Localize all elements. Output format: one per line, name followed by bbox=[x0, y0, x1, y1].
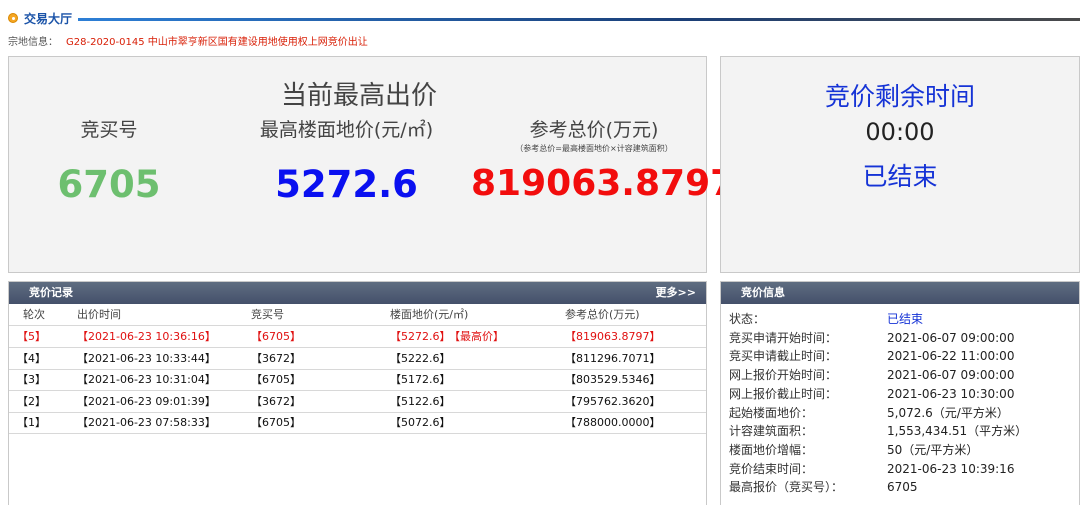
cell-bid-number: 【6705】 bbox=[251, 330, 301, 343]
info-item-label: 最高报价（竞买号）： bbox=[729, 480, 844, 495]
total-price-note: （参考总价=最高楼面地价×计容建筑面积） bbox=[515, 144, 673, 153]
cell-time: 【2021-06-23 09:01:39】 bbox=[77, 394, 216, 408]
cell-total-price: 【819063.8797】 bbox=[565, 330, 661, 343]
info-item-value: 2021-06-07 09:00:00 bbox=[887, 368, 1015, 383]
cell-total-price: 【811296.7071】 bbox=[565, 351, 661, 365]
info-item-label: 竞买申请截止时间： bbox=[729, 349, 838, 364]
info-item-value: 1,553,434.51（平方米） bbox=[887, 424, 1028, 439]
bid-number-value: 6705 bbox=[57, 163, 161, 206]
table-row: 【4】 【2021-06-23 10:33:44】 【3672】 【5222.6】 【8… bbox=[9, 348, 706, 370]
bid-records-panel: 竞价记录 更多>> 轮次 出价时间 竞买号 楼面地价(元/㎡) 参考总价(万元)… bbox=[8, 281, 707, 505]
auction-info-panel: 竞价信息 状态： 已结束竞买申请开始时间： 2021-06-07 09:00:00 竞… bbox=[720, 281, 1080, 505]
column-header-bid-number: 竞买号 bbox=[251, 308, 284, 321]
cell-floor-price: 【5272.6】 【最高价】 bbox=[390, 326, 504, 347]
cell-bid-number: 【6705】 bbox=[251, 416, 301, 429]
cell-round: 【3】 bbox=[17, 373, 46, 386]
cell-round: 【2】 bbox=[17, 394, 46, 408]
header-divider bbox=[78, 18, 1080, 21]
cell-round: 【1】 bbox=[17, 416, 46, 429]
more-records-link[interactable]: 更多>> bbox=[656, 282, 696, 304]
floor-price-value: 5272.6 bbox=[275, 163, 418, 206]
floor-price-label: 最高楼面地价(元/㎡) bbox=[259, 119, 434, 141]
land-info-label: 宗地信息： bbox=[8, 37, 58, 48]
countdown-time: 00:00 bbox=[865, 118, 935, 146]
bid-records-header-bar: 竞价记录 更多>> bbox=[9, 282, 706, 304]
info-item-label: 网上报价开始时间： bbox=[729, 368, 838, 383]
table-row: 【1】 【2021-06-23 07:58:33】 【6705】 【5072.6】 【7… bbox=[9, 412, 706, 434]
table-row: 【3】 【2021-06-23 10:31:04】 【6705】 【5172.6】 【8… bbox=[9, 369, 706, 391]
countdown-status: 已结束 bbox=[862, 162, 938, 191]
column-header-total-price: 参考总价(万元) bbox=[565, 308, 640, 321]
page-title: 交易大厅 bbox=[24, 12, 73, 26]
column-header-floor-price: 楼面地价(元/㎡) bbox=[390, 308, 469, 321]
info-item-value: 5,072.6（元/平方米） bbox=[887, 405, 1009, 420]
info-item-value: 2021-06-07 09:00:00 bbox=[887, 330, 1015, 345]
info-item-value: 50（元/平方米） bbox=[887, 442, 979, 457]
info-item-label: 楼面地价增幅： bbox=[729, 442, 814, 457]
info-item-label: 状态： bbox=[729, 312, 766, 326]
cell-total-price: 【788000.0000】 bbox=[565, 416, 661, 429]
cell-floor-price: 【5072.6】 bbox=[390, 416, 451, 429]
highest-price-tag: 【最高价】 bbox=[454, 330, 505, 343]
circle-bullet-icon bbox=[8, 13, 18, 23]
bid-records-title: 竞价记录 bbox=[29, 286, 73, 299]
info-item-label: 竞价结束时间： bbox=[729, 461, 814, 476]
land-info: 宗地信息： G28-2020-0145 中山市翠亨新区国有建设用地使用权上网竞价出… bbox=[8, 33, 368, 48]
table-row: 【2】 【2021-06-23 09:01:39】 【3672】 【5122.6】 【7… bbox=[9, 391, 706, 413]
bid-number-label: 竞买号 bbox=[80, 119, 138, 141]
cell-round: 【4】 bbox=[17, 351, 46, 365]
cell-floor-price: 【5122.6】 bbox=[390, 394, 451, 408]
cell-round: 【5】 bbox=[17, 330, 46, 343]
total-price-value: 819063.8797 bbox=[471, 163, 736, 204]
cell-floor-price: 【5172.6】 bbox=[390, 373, 451, 386]
countdown-panel: 竞价剩余时间 00:00 已结束 bbox=[720, 56, 1080, 273]
column-header-time: 出价时间 bbox=[77, 308, 121, 321]
cell-time: 【2021-06-23 07:58:33】 bbox=[77, 416, 216, 429]
cell-bid-number: 【6705】 bbox=[251, 373, 301, 386]
cell-bid-number: 【3672】 bbox=[251, 394, 301, 408]
cell-floor-price: 【5222.6】 bbox=[390, 351, 451, 365]
cell-time: 【2021-06-23 10:33:44】 bbox=[77, 351, 216, 365]
total-price-label: 参考总价(万元) bbox=[529, 119, 659, 141]
current-highest-title: 当前最高出价 bbox=[280, 81, 437, 111]
info-item-value: 2021-06-22 11:00:00 bbox=[887, 349, 1015, 364]
cell-total-price: 【795762.3620】 bbox=[565, 394, 661, 408]
info-item-label: 网上报价截止时间： bbox=[729, 386, 838, 401]
info-item-label: 计容建筑面积： bbox=[729, 424, 814, 439]
auction-info-header-bar: 竞价信息 bbox=[721, 282, 1079, 304]
table-row: 【5】 【2021-06-23 10:36:16】 【6705】 【5272.6】 【最… bbox=[9, 326, 706, 348]
table-header: 轮次 出价时间 竞买号 楼面地价(元/㎡) 参考总价(万元) bbox=[9, 304, 706, 326]
countdown-title: 竞价剩余时间 bbox=[824, 82, 975, 111]
info-item-value: 2021-06-23 10:30:00 bbox=[887, 386, 1015, 401]
info-item-label: 竞买申请开始时间： bbox=[729, 330, 838, 345]
cell-floor-price-value: 【5272.6】 bbox=[390, 330, 451, 343]
info-item-value: 6705 bbox=[887, 480, 918, 495]
auction-info-title: 竞价信息 bbox=[741, 286, 785, 299]
current-highest-price-panel: 当前最高出价 竞买号 最高楼面地价(元/㎡) 参考总价(万元) （参考总价=最高… bbox=[8, 56, 735, 273]
cell-time: 【2021-06-23 10:31:04】 bbox=[77, 373, 216, 386]
info-item-label: 起始楼面地价： bbox=[729, 405, 814, 420]
cell-bid-number: 【3672】 bbox=[251, 351, 301, 365]
cell-time: 【2021-06-23 10:36:16】 bbox=[77, 330, 216, 343]
info-item-value: 已结束 bbox=[887, 312, 924, 326]
info-item-value: 2021-06-23 10:39:16 bbox=[887, 461, 1015, 476]
column-header-round: 轮次 bbox=[23, 308, 45, 321]
cell-total-price: 【803529.5346】 bbox=[565, 373, 661, 386]
land-info-value: G28-2020-0145 中山市翠亨新区国有建设用地使用权上网竞价出让 bbox=[66, 37, 368, 48]
